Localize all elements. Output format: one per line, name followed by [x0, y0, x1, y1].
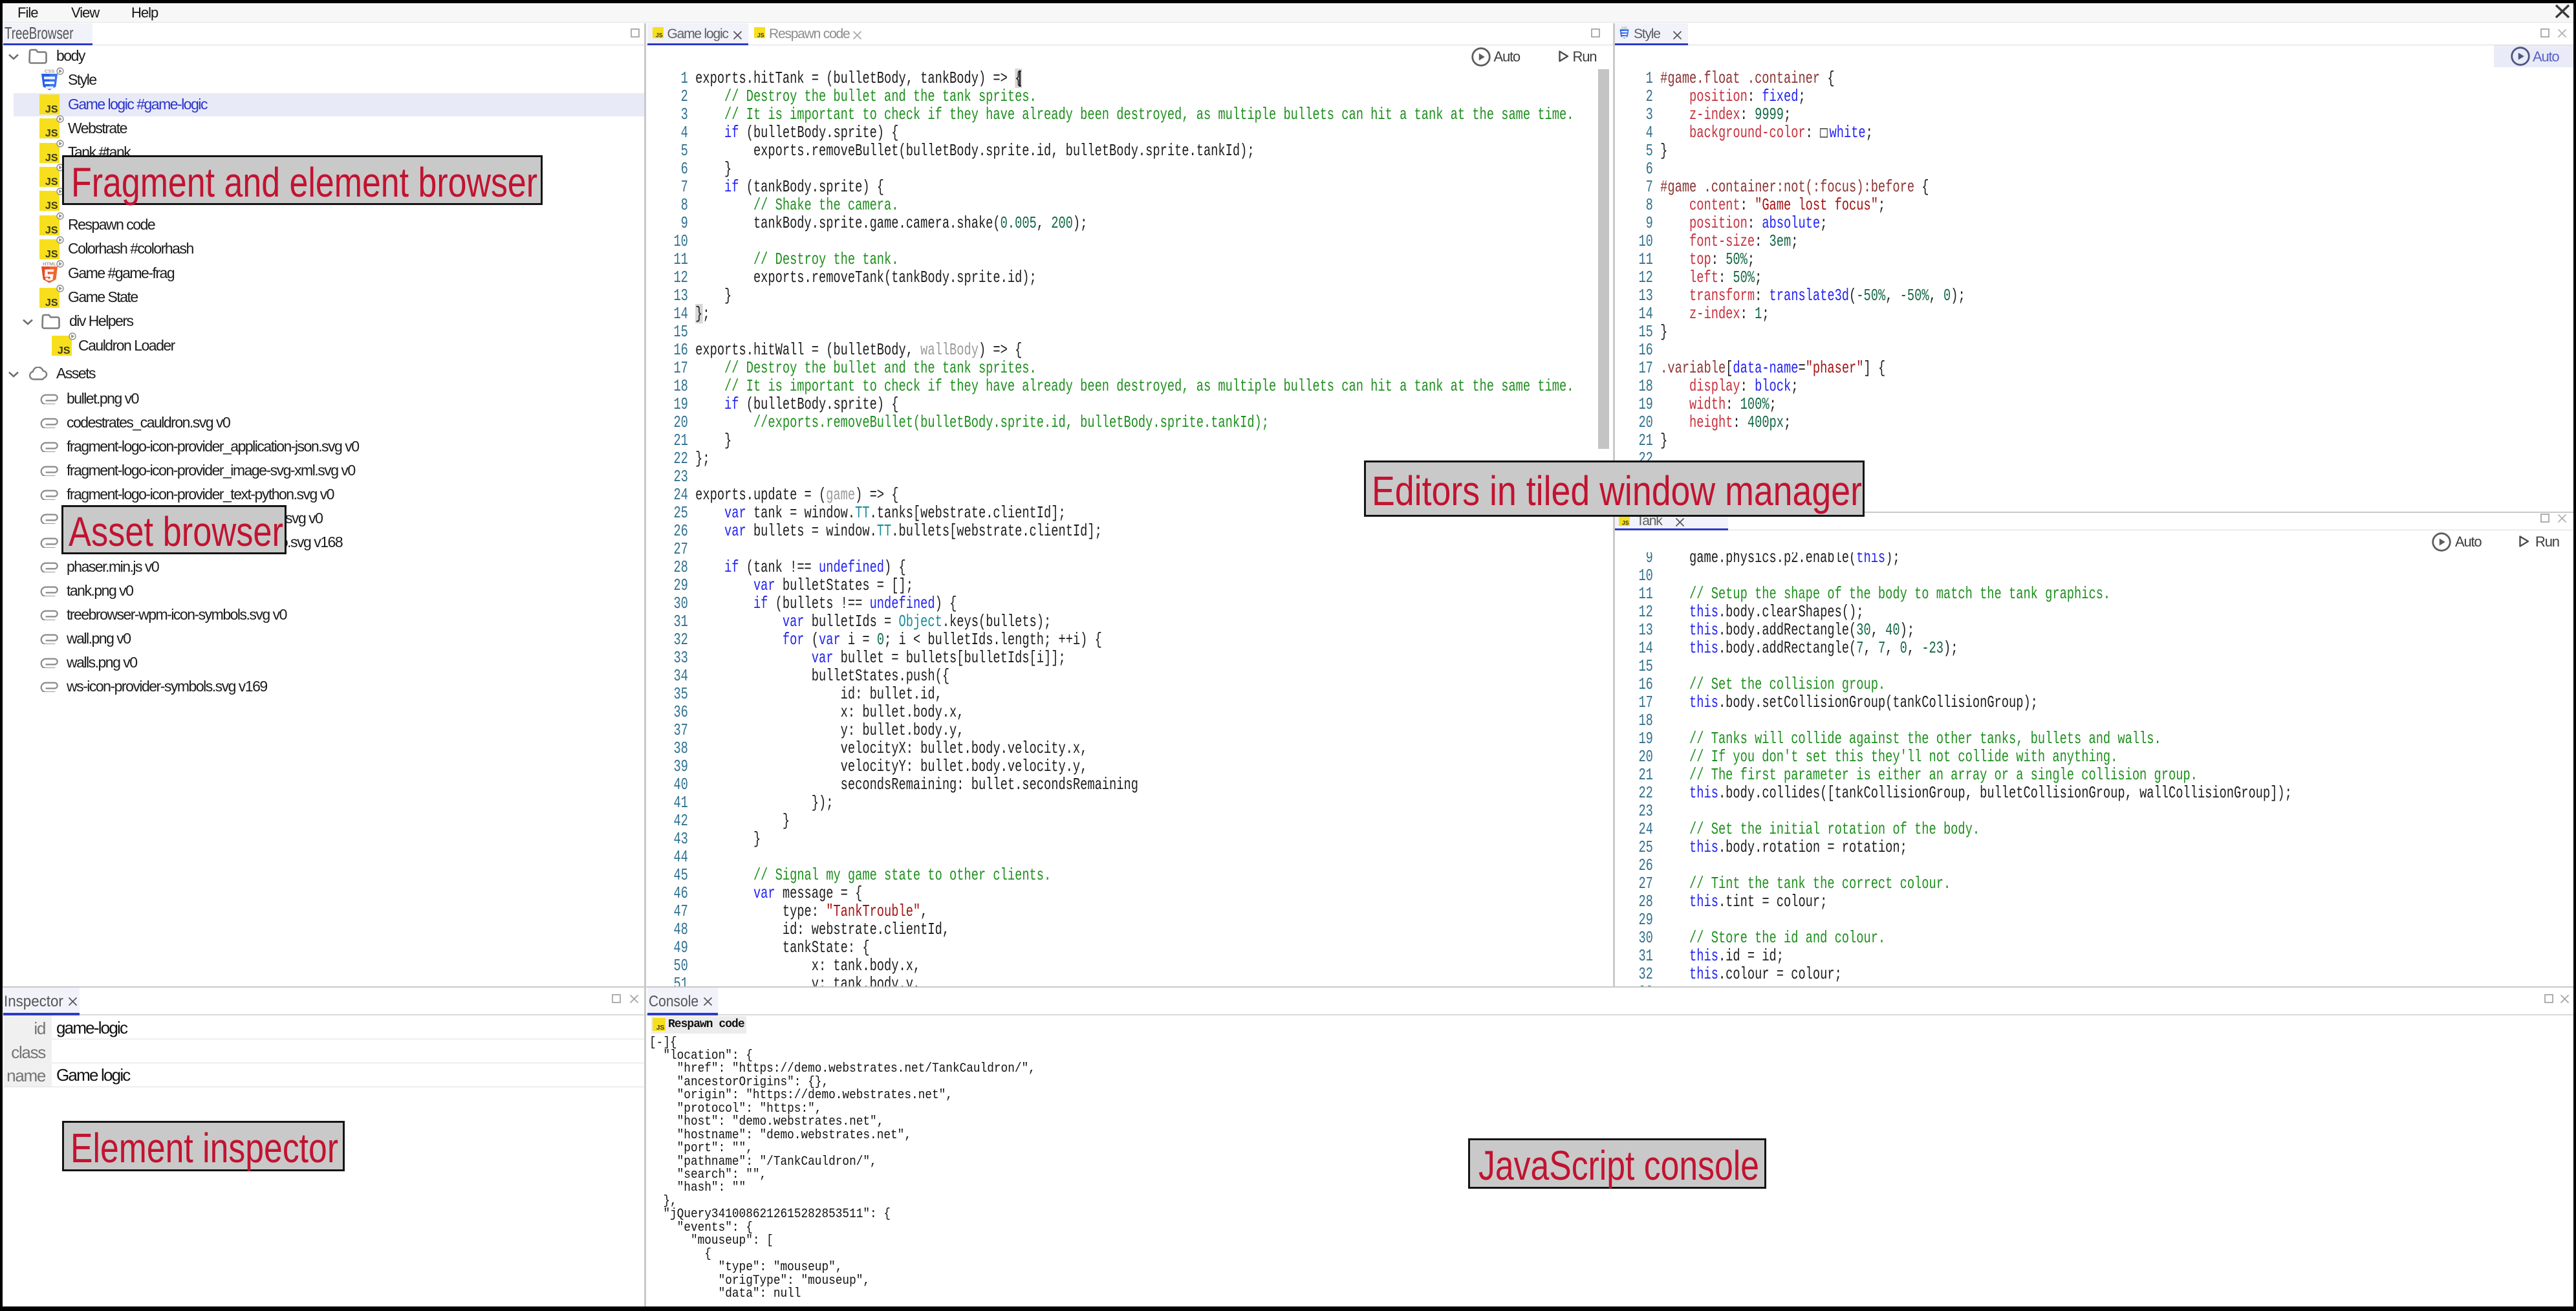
svg-text:HTML: HTML — [43, 261, 56, 267]
svg-text:JS: JS — [45, 153, 58, 163]
svg-text:CSS: CSS — [1621, 27, 1627, 30]
svg-text:JS: JS — [45, 225, 58, 235]
svg-text:JS: JS — [45, 104, 58, 114]
svg-text:JS: JS — [45, 249, 58, 259]
svg-text:JS: JS — [656, 1024, 665, 1031]
svg-text:JS: JS — [45, 128, 58, 138]
svg-text:JS: JS — [757, 32, 764, 38]
svg-text:JS: JS — [1622, 519, 1629, 526]
svg-text:JS: JS — [45, 298, 58, 308]
svg-text:JS: JS — [45, 177, 58, 187]
svg-text:CSS: CSS — [45, 69, 54, 74]
svg-text:JS: JS — [58, 345, 70, 356]
svg-text:JS: JS — [45, 200, 58, 211]
svg-text:JS: JS — [656, 32, 663, 38]
